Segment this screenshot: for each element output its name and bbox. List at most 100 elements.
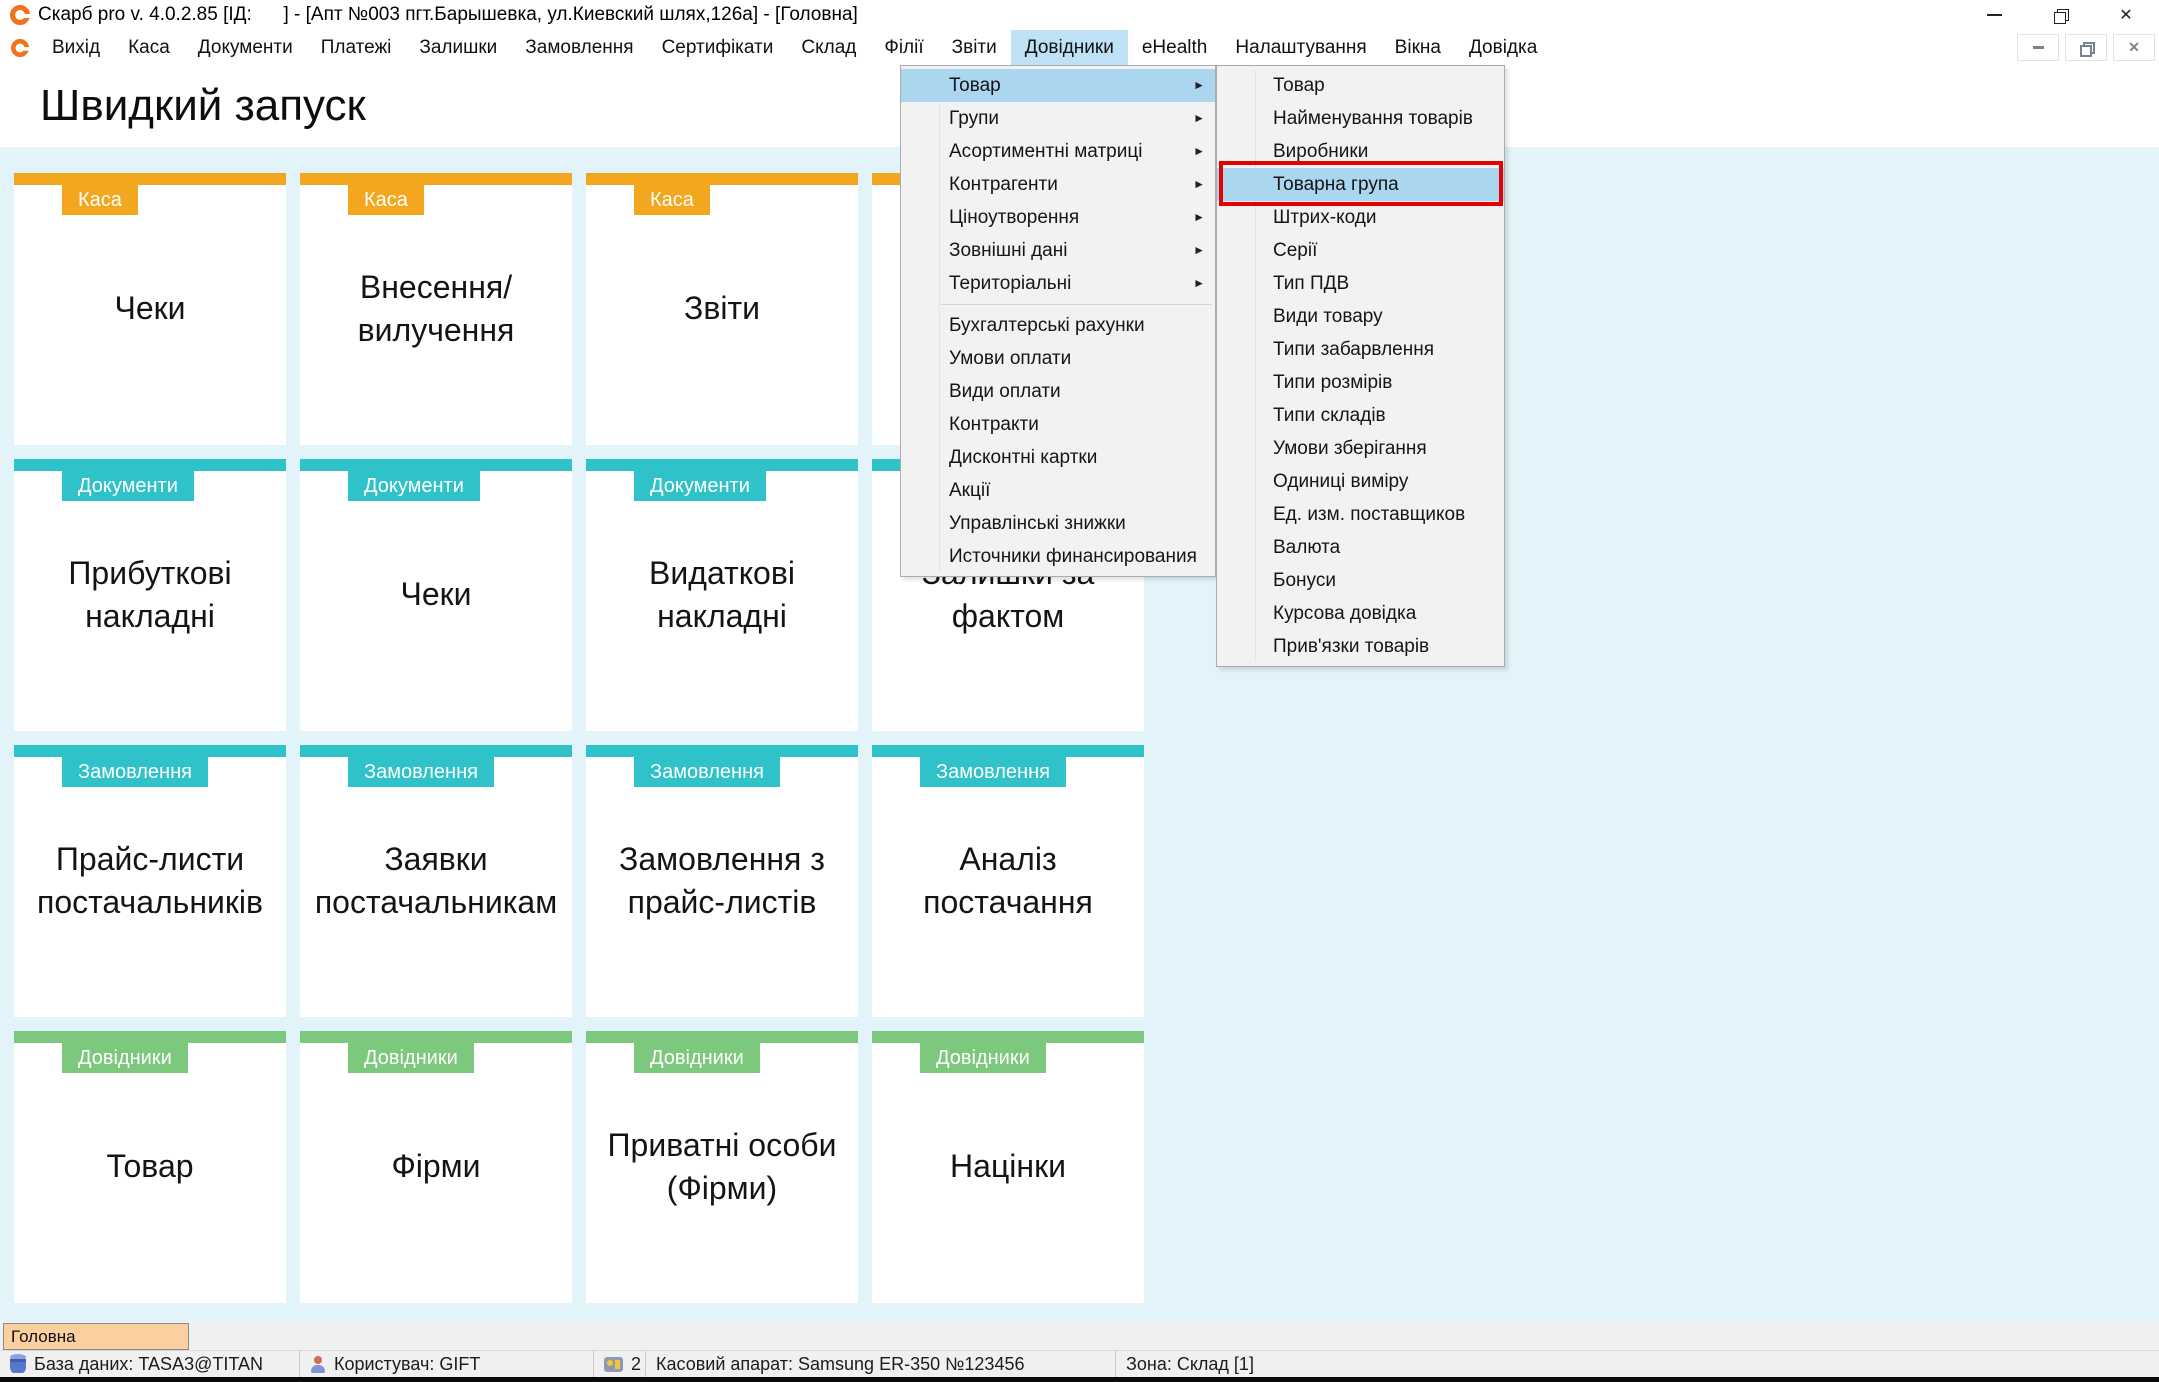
submenu-item-pryviazky-tovariv[interactable]: Прив'язки товарів [1217, 630, 1504, 663]
menu-dokumenty[interactable]: Документи [184, 30, 307, 65]
tile-dov-tovar[interactable]: Товар Довідники [14, 1031, 286, 1303]
tile-category-badge: Довідники [62, 1043, 188, 1073]
window-title: Скарб pro v. 4.0.2.85 [ІД: ] - [Апт №003… [38, 4, 858, 25]
menu-item-bukhgalterski-rakhunky[interactable]: Бухгалтерські рахунки [901, 309, 1215, 342]
mdi-app-icon [11, 38, 30, 57]
status-cash-register-text: Касовий апарат: Samsung ER-350 №123456 [656, 1353, 1025, 1374]
close-button[interactable]: ✕ [2093, 0, 2159, 30]
menu-item-kontrakty[interactable]: Контракти [901, 408, 1215, 441]
minimize-icon [1986, 14, 2002, 16]
tile-zam-analiz-postachannia[interactable]: Аналіз постачання Замовлення [872, 745, 1144, 1017]
submenu-item-odynytsi-vymiru[interactable]: Одиниці виміру [1217, 465, 1504, 498]
tile-zam-price-lysty-postachalnykiv[interactable]: Прайс-листи постачальників Замовлення [14, 745, 286, 1017]
submenu-item-vyrobnyky[interactable]: Виробники [1217, 135, 1504, 168]
submenu-item-tovar[interactable]: Товар [1217, 69, 1504, 102]
titlebar: Скарб pro v. 4.0.2.85 [ІД: ] - [Апт №003… [0, 0, 2159, 30]
menu-zalyshky[interactable]: Залишки [405, 30, 511, 65]
submenu-item-kursova-dovidka[interactable]: Курсова довідка [1217, 597, 1504, 630]
submenu-item-naimenuvannia-tovariv[interactable]: Найменування товарів [1217, 102, 1504, 135]
tile-kasa-cheky[interactable]: Чеки Каса [14, 173, 286, 445]
menu-ehealth[interactable]: eHealth [1128, 30, 1222, 65]
mdi-minimize-button[interactable] [2017, 34, 2059, 61]
menu-item-upravlinski-znyzhky[interactable]: Управлінські знижки [901, 507, 1215, 540]
submenu-arrow-icon: ► [1193, 210, 1205, 224]
menu-item-dyskontni-kartky[interactable]: Дисконтні картки [901, 441, 1215, 474]
tile-label: Чеки [114, 290, 186, 327]
tile-category-badge: Довідники [920, 1043, 1046, 1073]
tile-label: Звіти [684, 290, 760, 327]
submenu-arrow-icon: ► [1193, 177, 1205, 191]
tile-zam-zaiavky-postachalnykam[interactable]: Заявки постачальникам Замовлення [300, 745, 572, 1017]
submenu-item-typ-pdv[interactable]: Тип ПДВ [1217, 267, 1504, 300]
menu-sklad[interactable]: Склад [787, 30, 870, 65]
status-zone-text: Зона: Склад [1] [1126, 1353, 1254, 1374]
menu-item-zovnishni-dani[interactable]: Зовнішні дані ► [901, 234, 1215, 267]
submenu-arrow-icon: ► [1193, 243, 1205, 257]
tile-dov-firmy[interactable]: Фірми Довідники [300, 1031, 572, 1303]
submenu-item-ed-izm-postavshchikov[interactable]: Ед. изм. поставщиков [1217, 498, 1504, 531]
menu-item-umovy-oplaty[interactable]: Умови оплати [901, 342, 1215, 375]
statusbar: База даних: TASA3@TITAN Користувач: GIFT… [0, 1350, 2159, 1377]
menu-nalashtuvannia[interactable]: Налаштування [1221, 30, 1380, 65]
menu-kasa[interactable]: Каса [114, 30, 184, 65]
minimize-button[interactable] [1961, 0, 2027, 30]
cash-register-icon [604, 1356, 623, 1372]
submenu-item-typy-rozmiriv[interactable]: Типи розмірів [1217, 366, 1504, 399]
submenu-item-valiuta[interactable]: Валюта [1217, 531, 1504, 564]
menubar: Вихід Каса Документи Платежі Залишки Зам… [0, 30, 2159, 65]
submenu-item-shtrykh-kody[interactable]: Штрих-коди [1217, 201, 1504, 234]
tile-doc-cheky[interactable]: Чеки Документи [300, 459, 572, 731]
dropdown-dovidnyky: Товар ► Групи ► Асортиментні матриці ► Конт… [900, 65, 1216, 577]
menu-vykhid[interactable]: Вихід [38, 30, 114, 65]
menu-dovidka[interactable]: Довідка [1455, 30, 1551, 65]
mdi-close-button[interactable]: ✕ [2113, 34, 2155, 61]
close-icon: ✕ [2119, 7, 2133, 24]
menu-sertyfikaty[interactable]: Сертифікати [648, 30, 788, 65]
menu-zamovlennia[interactable]: Замовлення [511, 30, 647, 65]
menu-item-kontragenty[interactable]: Контрагенти ► [901, 168, 1215, 201]
menu-filii[interactable]: Філії [870, 30, 937, 65]
submenu-item-umovy-zberigannia[interactable]: Умови зберігання [1217, 432, 1504, 465]
menu-item-istochniki-finansirovaniya[interactable]: Источники финансирования [901, 540, 1215, 573]
menu-item-tovar-group[interactable]: Товар ► [901, 69, 1215, 102]
submenu-item-typy-skladiv[interactable]: Типи складів [1217, 399, 1504, 432]
menu-dovidnyky[interactable]: Довідники [1010, 30, 1128, 65]
menu-item-aktsii[interactable]: Акції [901, 474, 1215, 507]
submenu-item-typy-zabarvlennia[interactable]: Типи забарвлення [1217, 333, 1504, 366]
menu-item-grupy[interactable]: Групи ► [901, 102, 1215, 135]
submenu-item-serii[interactable]: Серії [1217, 234, 1504, 267]
mdi-close-icon: ✕ [2128, 39, 2140, 55]
menu-item-terytorialni[interactable]: Територіальні ► [901, 267, 1215, 300]
tile-kasa-vnesennia-vyluchennia[interactable]: Внесення/вилучення Каса [300, 173, 572, 445]
menu-item-asortymentni-matrytsi[interactable]: Асортиментні матриці ► [901, 135, 1215, 168]
menu-item-vydy-oplaty[interactable]: Види оплати [901, 375, 1215, 408]
tab-golovna[interactable]: Головна [3, 1323, 189, 1350]
mdi-minimize-icon [2032, 46, 2044, 49]
mdi-restore-button[interactable] [2065, 34, 2107, 61]
tile-zam-zamovlennia-z-price-lystiv[interactable]: Замовлення з прайс-листів Замовлення [586, 745, 858, 1017]
tile-category-badge: Довідники [348, 1043, 474, 1073]
submenu-arrow-icon: ► [1193, 144, 1205, 158]
menu-platezhi[interactable]: Платежі [307, 30, 406, 65]
menu-zvity[interactable]: Звіти [938, 30, 1011, 65]
submenu-arrow-icon: ► [1193, 78, 1205, 92]
submenu-item-bonusy[interactable]: Бонуси [1217, 564, 1504, 597]
status-user-text: Користувач: GIFT [334, 1353, 481, 1374]
tile-kasa-zvity[interactable]: Звіти Каса [586, 173, 858, 445]
tile-category-badge: Замовлення [634, 757, 780, 787]
database-icon [10, 1353, 26, 1373]
status-terminal-count: 2 [594, 1351, 646, 1377]
submenu-item-tovarna-grupa[interactable]: Товарна група [1217, 168, 1504, 201]
tile-doc-vydatkovi-nakladni[interactable]: Видаткові накладні Документи [586, 459, 858, 731]
restore-button[interactable] [2027, 0, 2093, 30]
restore-icon [2053, 8, 2069, 24]
status-database-text: База даних: TASA3@TITAN [34, 1353, 264, 1374]
menu-item-tsinoutvorennia[interactable]: Ціноутворення ► [901, 201, 1215, 234]
status-database: База даних: TASA3@TITAN [0, 1351, 300, 1377]
tile-doc-prybutkovi-nakladni[interactable]: Прибуткові накладні Документи [14, 459, 286, 731]
tile-dov-natsinky[interactable]: Націнки Довідники [872, 1031, 1144, 1303]
submenu-item-vydy-tovaru[interactable]: Види товару [1217, 300, 1504, 333]
tile-dov-pryvatni-osoby[interactable]: Приватні особи (Фірми) Довідники [586, 1031, 858, 1303]
menu-separator [941, 304, 1212, 305]
menu-vikna[interactable]: Вікна [1381, 30, 1455, 65]
